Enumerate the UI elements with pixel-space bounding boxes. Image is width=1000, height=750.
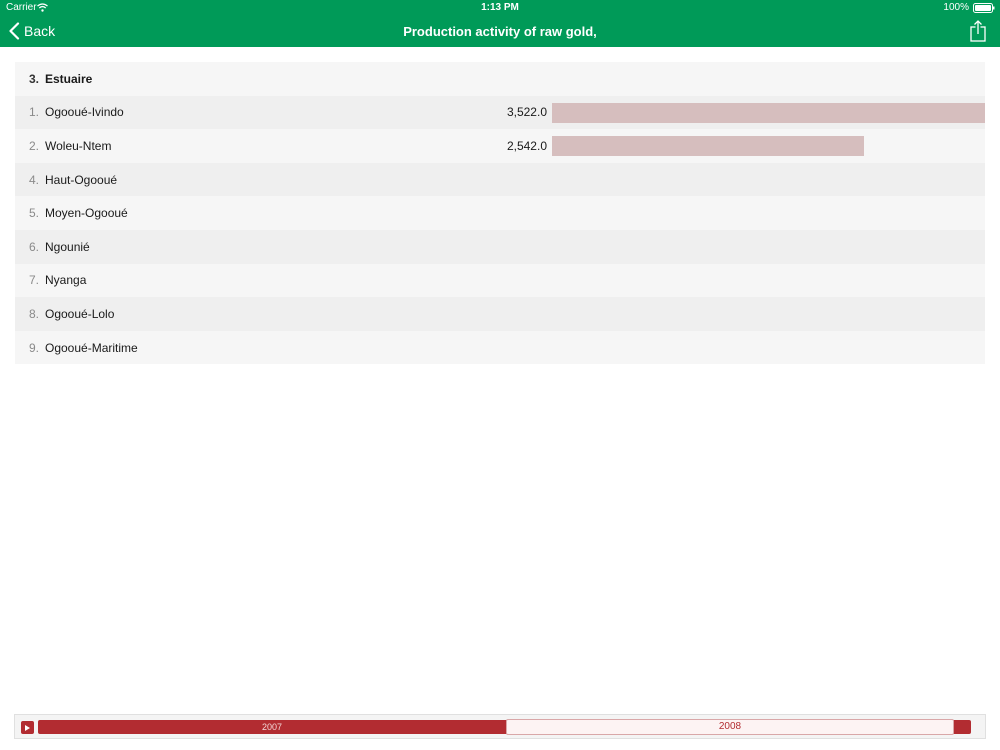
back-button[interactable]: Back	[8, 21, 55, 41]
page-title: Production activity of raw gold,	[403, 24, 597, 39]
table-row[interactable]: 6. Ngounié	[15, 229, 985, 264]
row-value: 2,542.0	[506, 138, 547, 153]
row-rank: 8.	[28, 306, 39, 321]
share-icon[interactable]	[970, 20, 986, 42]
battery-icon	[973, 3, 995, 13]
table-row[interactable]: 9. Ogooué-Maritime	[15, 330, 985, 365]
status-bar: Carrier 1:13 PM 100%	[0, 0, 1000, 15]
row-value: 3,522.0	[506, 105, 547, 120]
row-rank: 7.	[28, 273, 39, 288]
table-row[interactable]: 7. Nyanga	[15, 263, 985, 298]
table-row[interactable]: 8. Ogooué-Lolo	[15, 297, 985, 331]
row-rank: 9.	[28, 340, 39, 355]
table-row[interactable]: 4. Haut-Ogooué	[15, 162, 985, 197]
region-list: 3. Estuaire 1. Ogooué-Ivindo 3,522.0 2. …	[15, 62, 985, 365]
row-name: Nyanga	[45, 273, 87, 288]
row-name: Ngounié	[45, 239, 90, 254]
row-rank: 4.	[28, 172, 39, 187]
row-name: Ogooué-Ivindo	[45, 105, 124, 120]
play-button[interactable]	[21, 721, 34, 734]
chevron-left-icon	[9, 22, 20, 40]
year-2007[interactable]: 2007	[38, 720, 506, 734]
row-rank: 2.	[28, 138, 39, 153]
row-name: Haut-Ogooué	[45, 172, 118, 187]
top-bar: Carrier 1:13 PM 100% Back Production act…	[0, 0, 1000, 47]
row-name: Moyen-Ogooué	[45, 206, 128, 221]
bar-track	[552, 136, 985, 157]
row-rank: 6.	[28, 239, 39, 254]
table-row[interactable]: 5. Moyen-Ogooué	[15, 196, 985, 230]
year-timeline: 2007 2008	[14, 714, 986, 739]
row-name: Woleu-Ntem	[45, 138, 112, 153]
bar-track	[552, 102, 985, 123]
list-header-row[interactable]: 3. Estuaire	[15, 62, 985, 96]
table-row[interactable]: 2. Woleu-Ntem 2,542.0	[15, 129, 985, 163]
header-name: Estuaire	[45, 71, 93, 86]
timeline-track[interactable]: 2007 2008	[38, 719, 971, 735]
battery-percent: 100%	[943, 2, 969, 13]
row-rank: 1.	[28, 105, 39, 120]
row-rank: 5.	[28, 206, 39, 221]
back-label: Back	[24, 23, 56, 39]
status-time: 1:13 PM	[481, 2, 519, 13]
year-2008-selected[interactable]: 2008	[506, 719, 954, 735]
play-icon	[25, 724, 30, 731]
value-bar	[552, 102, 985, 123]
navigation-bar: Back Production activity of raw gold,	[0, 15, 1000, 47]
header-rank: 3.	[28, 71, 39, 86]
table-row[interactable]: 1. Ogooué-Ivindo 3,522.0	[15, 95, 985, 130]
row-name: Ogooué-Maritime	[45, 340, 138, 355]
value-bar	[552, 136, 865, 157]
row-name: Ogooué-Lolo	[45, 306, 115, 321]
